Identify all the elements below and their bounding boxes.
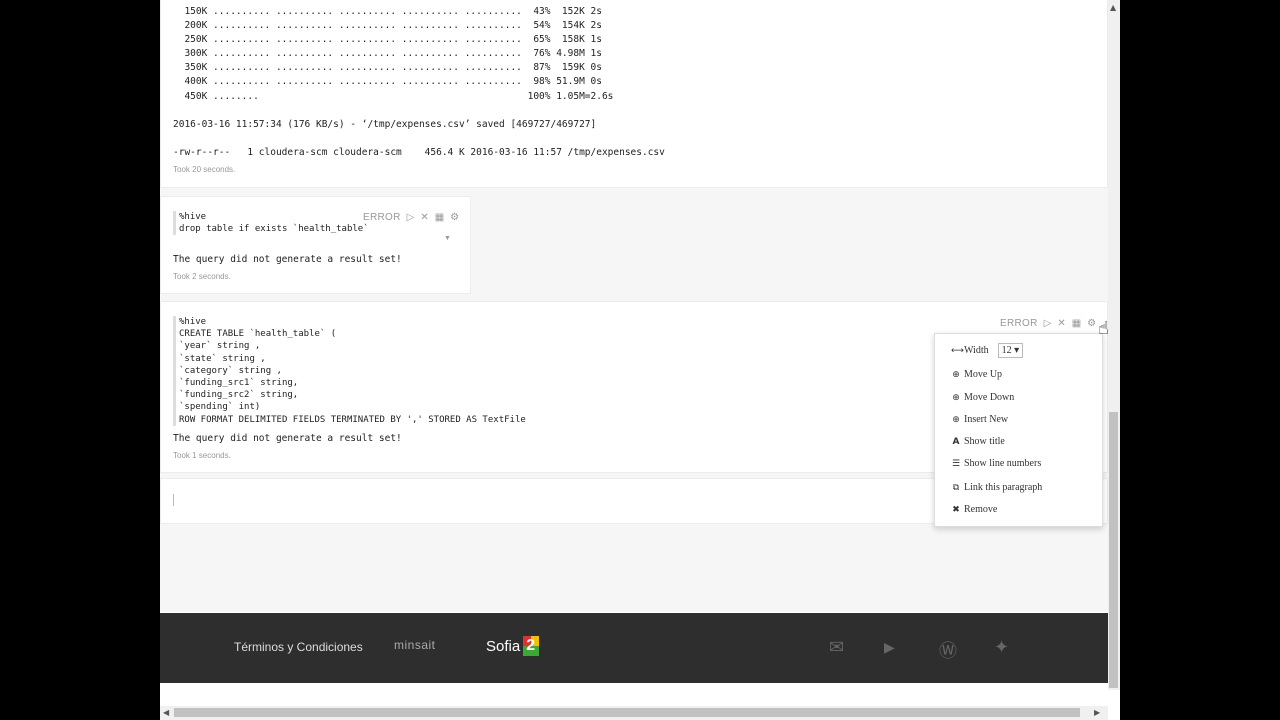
result-message: The query did not generate a result set! bbox=[173, 433, 402, 444]
menu-item-remove[interactable]: ✖ Remove bbox=[951, 504, 997, 515]
shell-output: 150K .......... .......... .......... ..… bbox=[173, 5, 665, 160]
output-line: 250K .......... .......... .......... ..… bbox=[173, 34, 602, 46]
external-link-icon: ⧉ bbox=[952, 482, 960, 493]
menu-item-move-down[interactable]: ⊕ Move Down bbox=[951, 392, 1014, 403]
paragraph-status: ERROR bbox=[363, 212, 401, 223]
gear-icon[interactable]: ⚙ bbox=[450, 212, 459, 223]
text-cursor bbox=[173, 494, 174, 506]
menu-item-move-up[interactable]: ⊕ Move Up bbox=[951, 369, 1002, 380]
paragraph-toolbar: ERROR ▷ ✕ ▦ ⚙ bbox=[363, 212, 459, 223]
output-line: 300K .......... .......... .......... ..… bbox=[173, 48, 602, 60]
sofia2-logo[interactable]: Sofia 2 bbox=[486, 636, 540, 656]
app-window: 150K .......... .......... .......... ..… bbox=[160, 0, 1120, 720]
output-line: 450K ........ 100% 1.05M=2.6s bbox=[173, 90, 614, 102]
mouse-pointer: ☝ bbox=[1098, 318, 1109, 339]
twitter-icon[interactable]: ✦ bbox=[994, 637, 1009, 658]
scroll-right-arrow[interactable]: ▶ bbox=[1094, 708, 1100, 717]
horizontal-scroll-thumb[interactable] bbox=[174, 708, 1080, 717]
paragraph-drop-table[interactable]: %hive drop table if exists `health_table… bbox=[160, 196, 471, 294]
code-editor[interactable]: %hive drop table if exists `health_table… bbox=[173, 211, 369, 236]
paragraph-settings-menu: ⟷ Width 12 ▾ ⊕ Move Up ⊕ Move Down ⊕ Ins… bbox=[934, 333, 1103, 527]
output-line: 150K .......... .......... .......... ..… bbox=[173, 6, 602, 17]
youtube-icon[interactable]: ▶ bbox=[884, 640, 895, 656]
paragraph-toolbar: ERROR ▷ ✕ ▦ ⚙ bbox=[1000, 318, 1096, 329]
list-icon: ☰ bbox=[951, 458, 961, 469]
expand-icon[interactable]: ✕ bbox=[1057, 318, 1065, 329]
paragraph-duration: Took 2 seconds. bbox=[173, 272, 231, 281]
run-icon[interactable]: ▷ bbox=[407, 212, 415, 223]
run-icon[interactable]: ▷ bbox=[1044, 318, 1052, 329]
output-line: -rw-r--r-- 1 cloudera-scm cloudera-scm 4… bbox=[173, 146, 665, 158]
gear-icon[interactable]: ⚙ bbox=[1087, 318, 1096, 329]
horizontal-scrollbar[interactable]: ◀ ▶ bbox=[160, 706, 1108, 720]
menu-item-width[interactable]: ⟷ Width 12 ▾ bbox=[951, 343, 1024, 358]
arrow-up-circle-icon: ⊕ bbox=[952, 369, 960, 380]
terms-link[interactable]: Términos y Condiciones bbox=[234, 640, 363, 654]
result-message: The query did not generate a result set! bbox=[173, 254, 402, 265]
plus-circle-icon: ⊕ bbox=[952, 414, 960, 425]
scroll-up-arrow[interactable]: ▲ bbox=[1110, 3, 1116, 12]
output-line: 2016-03-16 11:57:34 (176 KB/s) - ‘/tmp/e… bbox=[173, 118, 597, 130]
wordpress-icon[interactable]: Ⓦ bbox=[939, 637, 957, 663]
expand-icon[interactable]: ✕ bbox=[420, 212, 428, 223]
paragraph-duration: Took 1 seconds. bbox=[173, 451, 231, 460]
scroll-left-arrow[interactable]: ◀ bbox=[163, 708, 169, 717]
menu-item-link-paragraph[interactable]: ⧉ Link this paragraph bbox=[951, 482, 1043, 493]
width-arrows-icon: ⟷ bbox=[951, 345, 964, 356]
arrow-down-circle-icon: ⊕ bbox=[952, 392, 960, 403]
close-icon: ✖ bbox=[952, 504, 960, 515]
minsait-logo[interactable]: minsait bbox=[394, 638, 436, 652]
paragraph-status: ERROR bbox=[1000, 318, 1038, 329]
output-line: 350K .......... .......... .......... ..… bbox=[173, 62, 602, 74]
output-line: 200K .......... .......... .......... ..… bbox=[173, 20, 602, 32]
footer: Términos y Condiciones minsait Sofia 2 ✉… bbox=[160, 613, 1108, 683]
code-editor[interactable]: %hive CREATE TABLE `health_table` ( `yea… bbox=[173, 316, 526, 426]
table-icon[interactable]: ▦ bbox=[1072, 318, 1081, 329]
notebook-area: 150K .......... .......... .......... ..… bbox=[160, 0, 1108, 612]
menu-item-show-line-numbers[interactable]: ☰ Show line numbers bbox=[951, 458, 1041, 469]
sofia2-badge: 2 bbox=[523, 636, 540, 656]
table-icon[interactable]: ▦ bbox=[435, 212, 444, 223]
vertical-scrollbar[interactable]: ▲ bbox=[1108, 0, 1120, 690]
menu-item-show-title[interactable]: A Show title bbox=[951, 436, 1005, 447]
output-line: 400K .......... .......... .......... ..… bbox=[173, 76, 602, 88]
font-icon: A bbox=[952, 436, 960, 447]
paragraph-duration: Took 20 seconds. bbox=[173, 165, 236, 174]
paragraph-download-output[interactable]: 150K .......... .......... .......... ..… bbox=[160, 0, 1108, 188]
menu-item-insert-new[interactable]: ⊕ Insert New bbox=[951, 414, 1008, 425]
vertical-scroll-thumb[interactable] bbox=[1109, 412, 1118, 688]
width-select[interactable]: 12 ▾ bbox=[997, 343, 1024, 358]
mail-icon[interactable]: ✉ bbox=[829, 637, 844, 658]
chevron-down-icon[interactable]: ▼ bbox=[444, 234, 451, 244]
